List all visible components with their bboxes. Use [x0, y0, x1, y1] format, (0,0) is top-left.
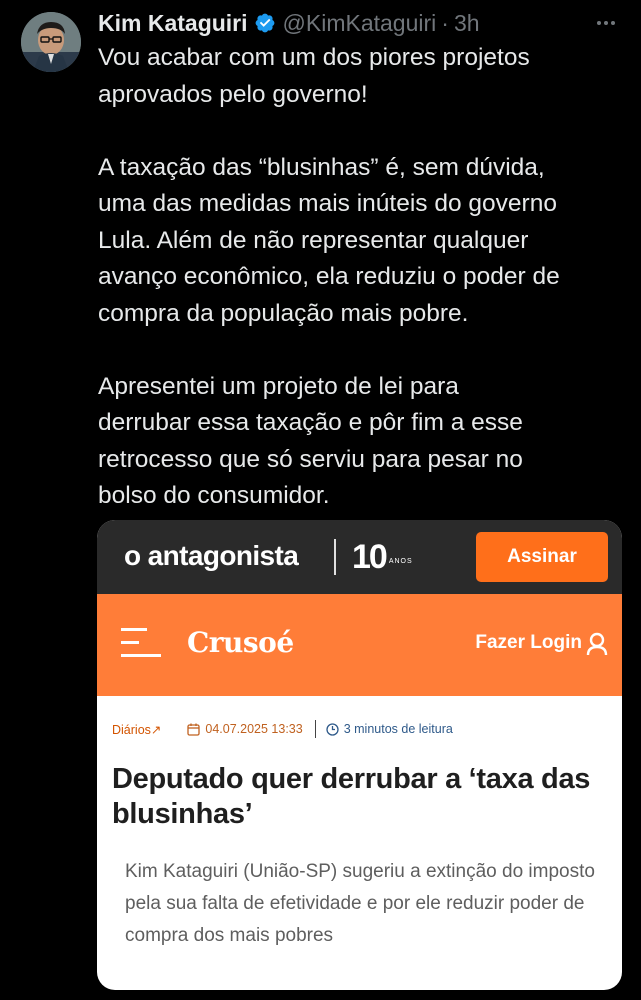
avatar[interactable]: [21, 12, 81, 72]
clock-icon: [326, 722, 339, 736]
tweet-line: avanço econômico, ela reduziu o poder de: [98, 263, 560, 290]
author-handle[interactable]: @KimKataguiri: [283, 10, 437, 37]
article-title[interactable]: Deputado quer derrubar a ‘taxa das blusi…: [112, 762, 612, 832]
embedded-article-card[interactable]: o antagonista 10 ANOS Assinar Crusoé Faz…: [97, 520, 622, 990]
login-link[interactable]: Fazer Login: [475, 632, 582, 654]
section-link[interactable]: Diários↗: [112, 722, 161, 737]
tweet-line: bolso do consumidor.: [98, 482, 330, 509]
hamburger-menu-icon[interactable]: [121, 626, 163, 660]
anniversary-logo: 10 ANOS: [352, 534, 413, 580]
site-nav-bar: Crusoé Fazer Login: [97, 594, 622, 696]
tweet-line: compra da população mais pobre.: [98, 299, 469, 327]
tweet-text: Vou acabar com um dos piores projetos ap…: [98, 40, 628, 515]
crusoe-logo: Crusoé: [187, 626, 294, 659]
tweet-line: derrubar essa taxação e pôr fim a esse: [98, 409, 523, 436]
tweet-line: retrocesso que só serviu para pesar no: [98, 445, 523, 473]
section-label: Diários: [112, 722, 151, 737]
separator-dot: ·: [441, 9, 449, 36]
more-horizontal-icon[interactable]: [591, 6, 621, 40]
anniversary-number: 10: [352, 537, 388, 576]
anniversary-label: ANOS: [388, 557, 413, 565]
user-icon[interactable]: [586, 632, 608, 656]
article-summary: Kim Kataguiri (União-SP) sugeriu a extin…: [125, 861, 595, 946]
avatar-image: [21, 12, 81, 72]
article-meta: Diários↗ 04.07.2025 13:33 3 minutos de l…: [112, 719, 453, 739]
tweet-header: Kim Kataguiri @KimKataguiri · 3h: [98, 6, 621, 40]
tweet-line: Lula. Além de não representar qualquer: [98, 226, 529, 254]
site-header-bar: o antagonista 10 ANOS Assinar: [97, 520, 622, 594]
article-date: 04.07.2025 13:33: [187, 722, 303, 736]
site-logo: o antagonista: [124, 540, 299, 571]
read-time-text: 3 minutos de leitura: [343, 722, 453, 736]
author-name[interactable]: Kim Kataguiri: [98, 10, 248, 37]
tweet-line: A taxação das “blusinhas” é, sem dúvida,: [98, 153, 545, 181]
tweet-timestamp[interactable]: 3h: [454, 10, 480, 37]
tweet-line: uma das medidas mais inúteis do governo: [98, 190, 557, 217]
date-text: 04.07.2025 13:33: [205, 722, 303, 736]
external-arrow-icon: ↗: [150, 722, 162, 737]
tweet-line: Vou acabar com um dos piores projetos: [98, 44, 530, 71]
read-time: 3 minutos de leitura: [326, 722, 453, 736]
calendar-icon: [187, 723, 201, 736]
tweet-line: Apresentei um projeto de lei para: [98, 372, 459, 400]
subscribe-button[interactable]: Assinar: [476, 532, 608, 582]
verified-badge-icon: [254, 12, 276, 34]
logo-divider: [334, 539, 336, 575]
tweet-line: aprovados pelo governo!: [98, 80, 368, 108]
meta-divider: [314, 720, 316, 738]
